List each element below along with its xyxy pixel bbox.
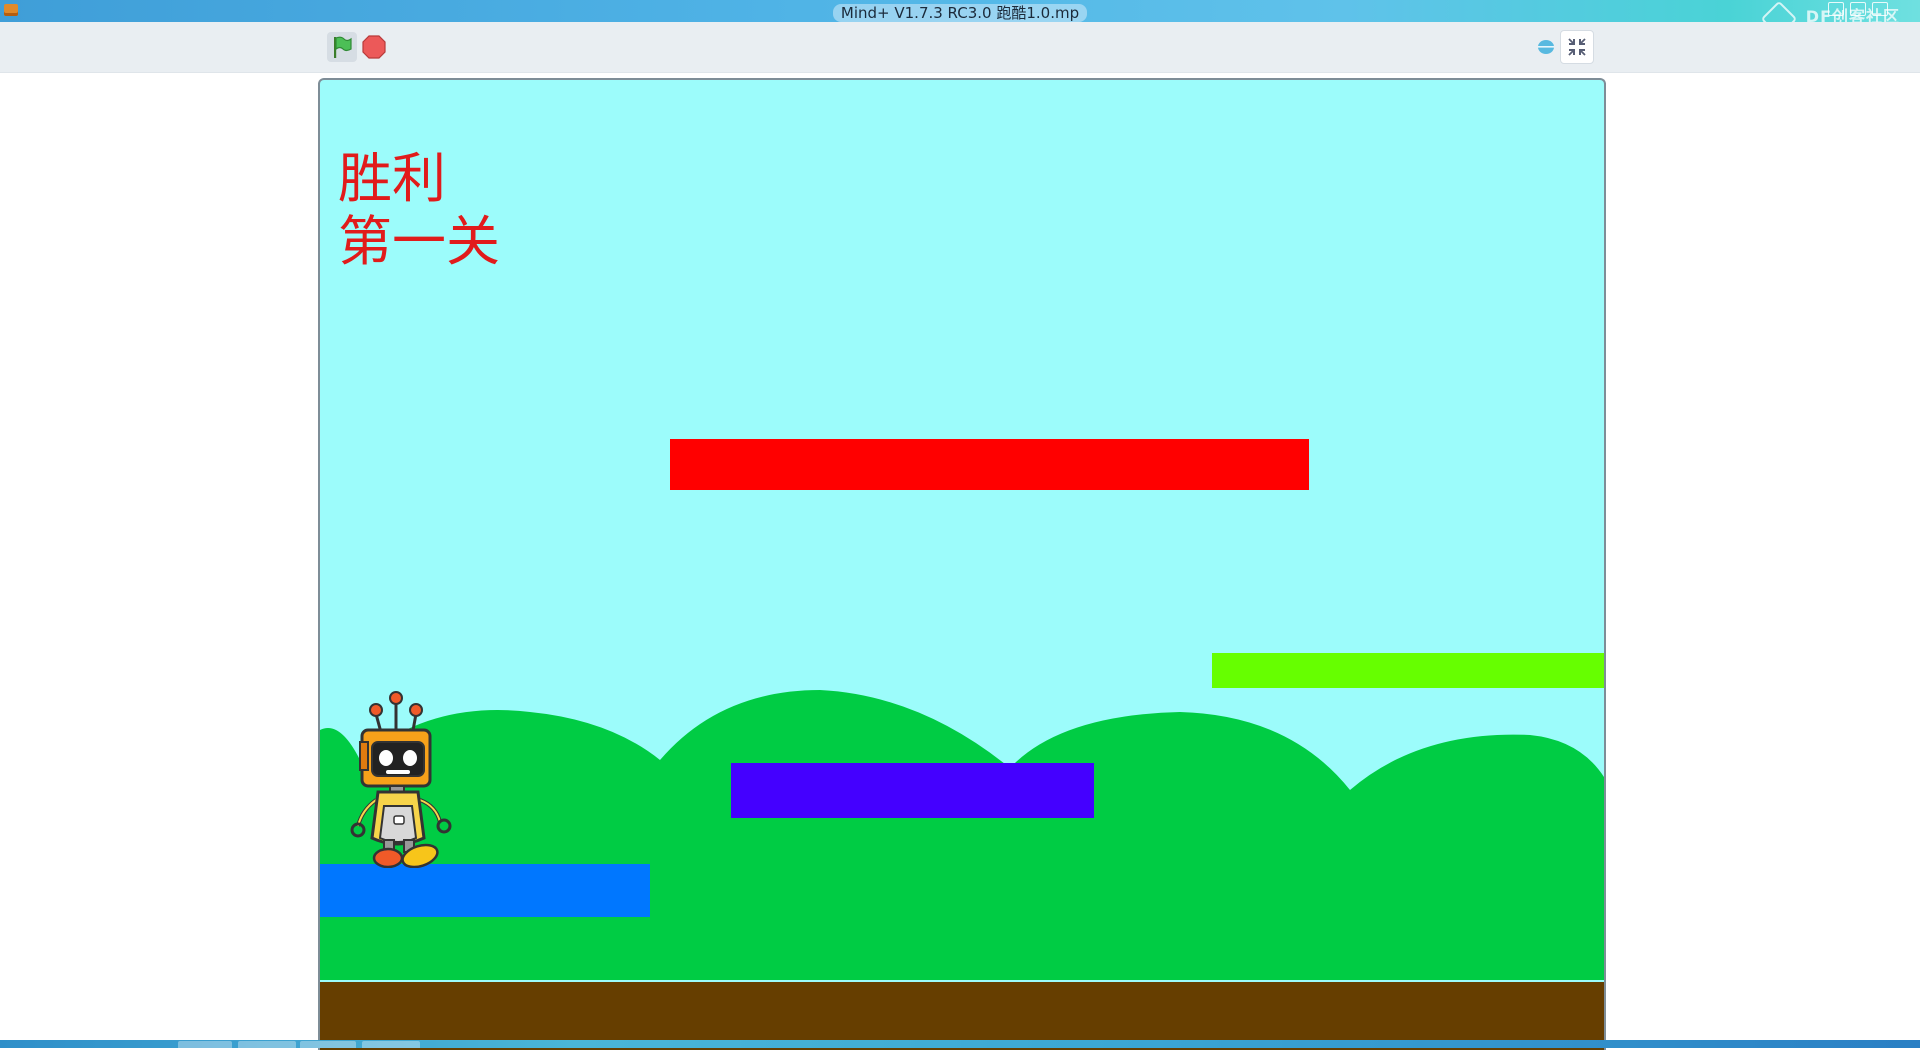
window-title: Mind+ V1.7.3 RC3.0 跑酷1.0.mp — [0, 2, 1920, 22]
robot-sprite[interactable] — [350, 688, 462, 868]
stage-toolbar — [0, 22, 1920, 73]
green-flag-icon — [334, 36, 352, 58]
taskbar-item[interactable] — [362, 1041, 420, 1048]
stage[interactable]: 胜利 第一关 — [318, 78, 1606, 1050]
hills — [320, 690, 1604, 980]
green-flag-button[interactable] — [327, 32, 357, 62]
small-stage-button[interactable] — [1535, 38, 1557, 56]
minimize-window-button[interactable] — [1828, 2, 1844, 16]
blue-platform — [320, 864, 650, 917]
taskbar — [0, 1040, 1920, 1048]
victory-text: 胜利 — [338, 147, 446, 210]
stop-button[interactable] — [362, 35, 386, 59]
window-title-text: Mind+ V1.7.3 RC3.0 跑酷1.0.mp — [832, 4, 1088, 22]
taskbar-item[interactable] — [300, 1041, 356, 1048]
maximize-window-button[interactable] — [1850, 2, 1866, 16]
title-bar: Mind+ V1.7.3 RC3.0 跑酷1.0.mp DF创客社区 — [0, 0, 1920, 22]
small-stage-icon — [1538, 40, 1554, 54]
exit-fullscreen-button[interactable] — [1560, 30, 1594, 64]
green-platform — [1212, 653, 1604, 688]
taskbar-item[interactable] — [178, 1041, 232, 1048]
exit-fullscreen-icon — [1568, 38, 1586, 56]
level-text: 第一关 — [338, 210, 500, 273]
purple-platform — [731, 763, 1094, 818]
red-platform — [670, 439, 1309, 490]
stop-sign-icon — [362, 35, 386, 59]
close-window-button[interactable] — [1872, 2, 1888, 16]
taskbar-item[interactable] — [238, 1041, 296, 1048]
